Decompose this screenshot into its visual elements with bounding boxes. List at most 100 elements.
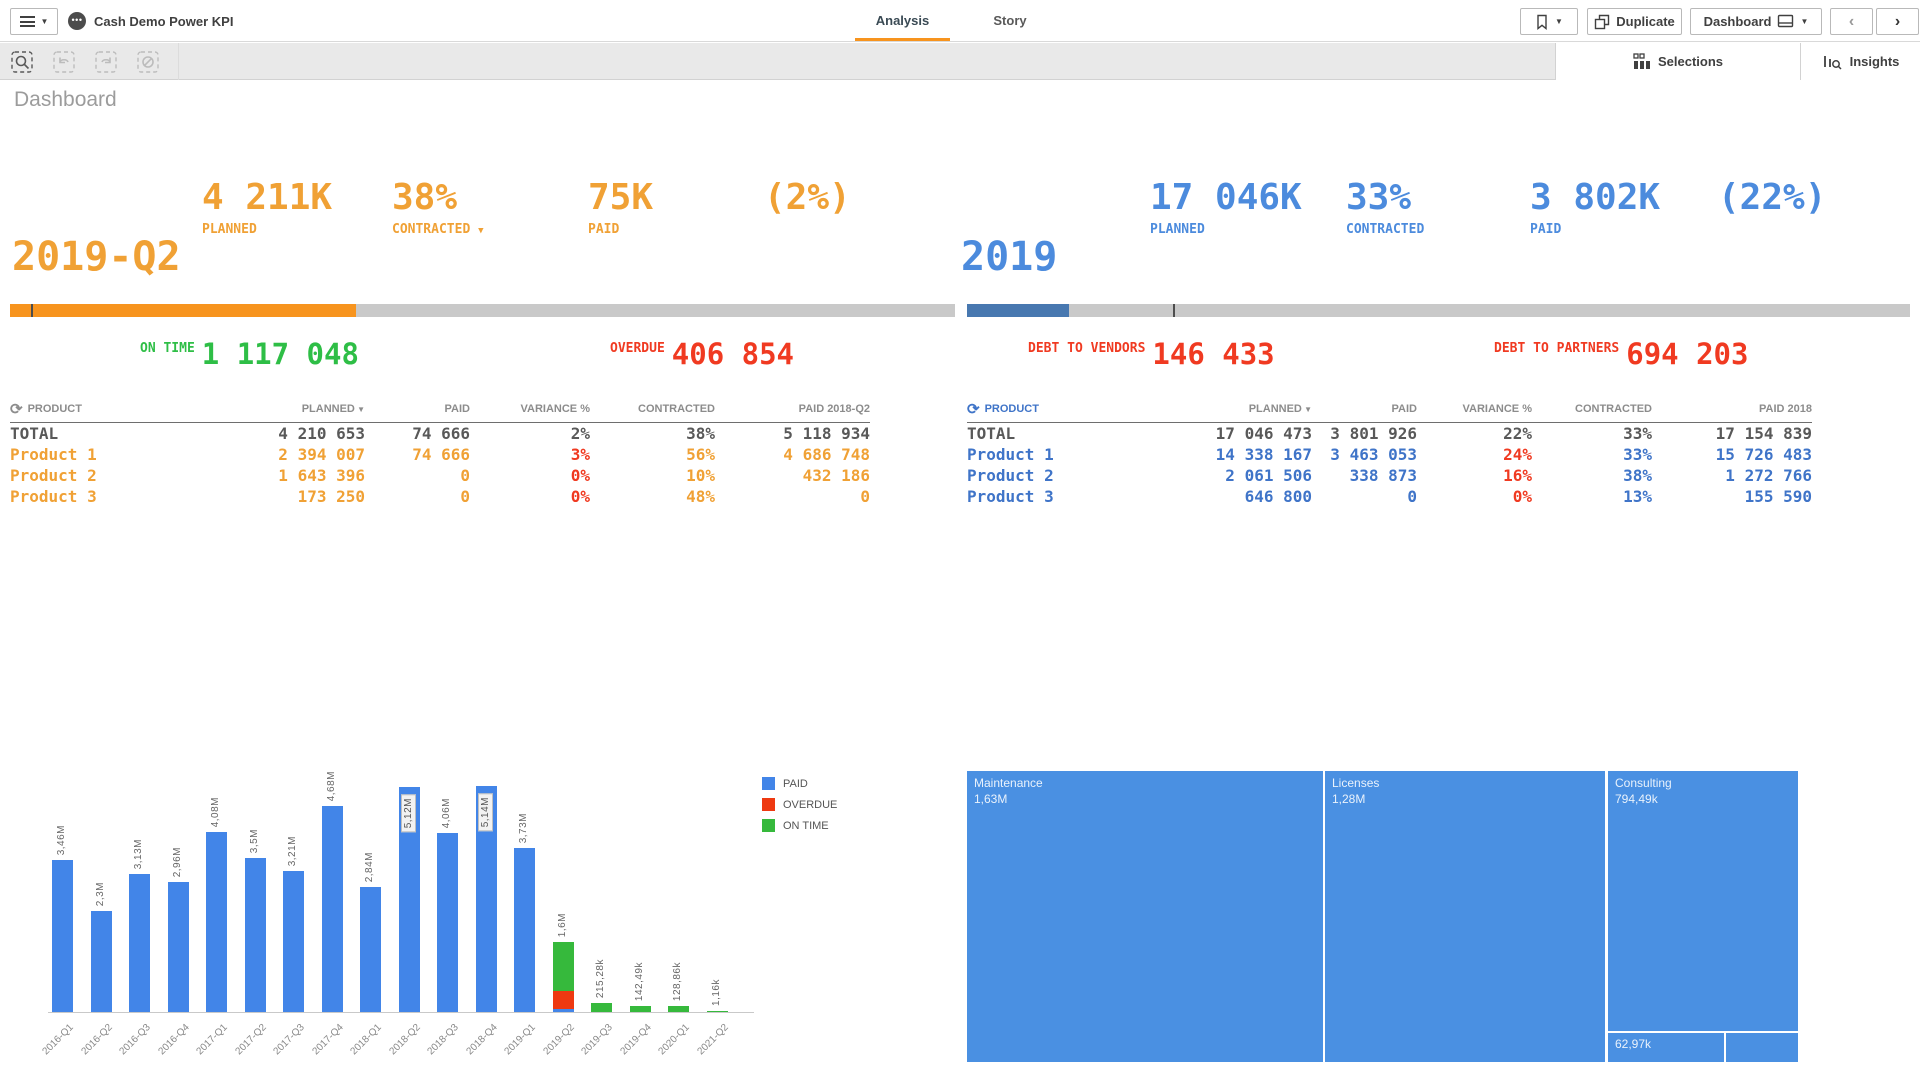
- column-header-variance-[interactable]: VARIANCE %: [470, 403, 590, 415]
- legend-item-on-time[interactable]: ON TIME: [762, 815, 837, 836]
- legend-swatch: [762, 777, 775, 790]
- tab-analysis[interactable]: Analysis: [855, 0, 950, 41]
- bar-segment-on-time[interactable]: [591, 1003, 612, 1012]
- treemap-cell[interactable]: [1726, 1033, 1798, 1062]
- table-row: Product 21 643 39600%10%432 186: [10, 465, 870, 486]
- legend-label: ON TIME: [783, 820, 829, 832]
- previous-sheet-button[interactable]: ‹: [1830, 8, 1873, 35]
- right-product-table: ⟳PRODUCTPLANNED ▼PAIDVARIANCE %CONTRACTE…: [967, 396, 1812, 507]
- on-time-label: ON TIME: [140, 341, 195, 356]
- treemap-cell-consulting[interactable]: Consulting794,49k: [1608, 771, 1798, 1031]
- column-header-paid-2018[interactable]: PAID 2018: [1652, 403, 1812, 415]
- product-cell[interactable]: Product 3: [967, 487, 1187, 506]
- app-menu-button[interactable]: ▼: [10, 8, 58, 35]
- bar-segment-on-time[interactable]: [707, 1011, 728, 1012]
- bar-segment-paid[interactable]: [245, 858, 266, 1012]
- debt-to-vendors-badge: DEBT TO VENDORS 146 433: [1028, 338, 1275, 370]
- bar-value-label: 4,08M: [210, 797, 221, 827]
- legend-swatch: [762, 819, 775, 832]
- treemap-cell-value: 794,49k: [1608, 791, 1798, 807]
- column-header-contracted[interactable]: CONTRACTED: [590, 403, 715, 415]
- value-cell: 74 666: [365, 424, 470, 443]
- overdue-badge: OVERDUE 406 854: [610, 338, 794, 370]
- tab-story[interactable]: Story: [970, 0, 1050, 41]
- bar-value-label: 4,06M: [441, 798, 452, 828]
- selections-button[interactable]: Selections: [1555, 43, 1800, 80]
- column-header-paid[interactable]: PAID: [365, 403, 470, 415]
- bar-value-label: 4,68M: [326, 771, 337, 801]
- debt-to-partners-badge: DEBT TO PARTNERS 694 203: [1494, 338, 1748, 370]
- bar-segment-on-time[interactable]: [630, 1006, 651, 1012]
- cost-treemap: Maintenance1,63MLicenses1,28MConsulting7…: [967, 771, 1800, 1064]
- bar-value-label: 1,6M: [557, 913, 568, 937]
- sheet-selector-button[interactable]: Dashboard ▼: [1690, 8, 1822, 35]
- column-header-variance-[interactable]: VARIANCE %: [1417, 403, 1532, 415]
- bar-segment-paid[interactable]: [168, 882, 189, 1012]
- legend-item-paid[interactable]: PAID: [762, 773, 837, 794]
- bar-segment-paid[interactable]: [52, 860, 73, 1012]
- product-cell[interactable]: Product 1: [967, 445, 1187, 464]
- column-header-planned[interactable]: PLANNED ▼: [235, 403, 365, 415]
- column-header-planned[interactable]: PLANNED ▼: [1187, 403, 1312, 415]
- treemap-cell-maintenance[interactable]: Maintenance1,63M: [967, 771, 1323, 1062]
- left-kpi-contracted-label[interactable]: CONTRACTED ▼: [392, 222, 484, 237]
- value-cell: 432 186: [715, 466, 870, 485]
- value-cell: 2 061 506: [1187, 466, 1312, 485]
- column-header-paid-2018-q2[interactable]: PAID 2018-Q2: [715, 403, 870, 415]
- bar-segment-overdue[interactable]: [553, 991, 574, 1009]
- bookmark-button[interactable]: ▼: [1520, 8, 1578, 35]
- column-header-paid[interactable]: PAID: [1312, 403, 1417, 415]
- step-forward-icon[interactable]: [94, 50, 118, 74]
- treemap-cell[interactable]: 62,97k: [1608, 1033, 1724, 1062]
- table-row: Product 22 061 506338 87316%38%1 272 766: [967, 465, 1812, 486]
- bar-value-label: 142,49k: [634, 962, 645, 1001]
- value-cell: 74 666: [365, 445, 470, 464]
- product-cell[interactable]: Product 1: [10, 445, 235, 464]
- overdue-value: 406 854: [672, 338, 794, 370]
- bar-segment-paid[interactable]: [91, 911, 112, 1012]
- app-logo-icon: •••: [68, 12, 86, 30]
- table-row: Product 114 338 1673 463 05324%33%15 726…: [967, 444, 1812, 465]
- bar-segment-on-time[interactable]: [553, 942, 574, 991]
- product-cell[interactable]: Product 2: [967, 466, 1187, 485]
- product-cell[interactable]: Product 2: [10, 466, 235, 485]
- bar-segment-paid[interactable]: [129, 874, 150, 1012]
- refresh-icon[interactable]: ⟳: [10, 402, 23, 417]
- bar-segment-paid[interactable]: [360, 887, 381, 1012]
- next-sheet-button[interactable]: ›: [1876, 8, 1919, 35]
- bar-segment-paid[interactable]: [283, 871, 304, 1012]
- right-progress-marker: [1173, 304, 1175, 317]
- value-cell: 646 800: [1187, 487, 1312, 506]
- bar-segment-on-time[interactable]: [668, 1006, 689, 1012]
- bar-segment-paid[interactable]: [514, 848, 535, 1012]
- clear-selections-icon[interactable]: [136, 50, 160, 74]
- duplicate-button[interactable]: Duplicate: [1587, 8, 1682, 35]
- chevron-down-icon: ▼: [41, 17, 49, 26]
- table-row: Product 3646 80000%13%155 590: [967, 486, 1812, 507]
- column-header-contracted[interactable]: CONTRACTED: [1532, 403, 1652, 415]
- quarterly-bar-chart: 3,46M2016-Q12,3M2016-Q23,13M2016-Q32,96M…: [48, 770, 768, 1075]
- table-header-row: ⟳PRODUCTPLANNED ▼PAIDVARIANCE %CONTRACTE…: [10, 396, 870, 423]
- smart-search-icon[interactable]: [10, 50, 34, 74]
- right-kpi-planned-label: PLANNED: [1150, 222, 1302, 237]
- product-cell[interactable]: Product 3: [10, 487, 235, 506]
- column-header-product[interactable]: ⟳PRODUCT: [967, 402, 1187, 417]
- bar-segment-paid[interactable]: [206, 832, 227, 1012]
- step-back-icon[interactable]: [52, 50, 76, 74]
- left-progress-marker: [31, 304, 33, 317]
- sheet-icon: [1777, 14, 1794, 29]
- value-cell: 3 801 926: [1312, 424, 1417, 443]
- refresh-icon[interactable]: ⟳: [967, 402, 980, 417]
- bar-segment-paid[interactable]: [553, 1009, 574, 1012]
- treemap-cell-licenses[interactable]: Licenses1,28M: [1325, 771, 1605, 1062]
- bar-segment-paid[interactable]: [322, 806, 343, 1012]
- legend-item-overdue[interactable]: OVERDUE: [762, 794, 837, 815]
- column-header-product[interactable]: ⟳PRODUCT: [10, 402, 235, 417]
- value-cell: 10%: [590, 466, 715, 485]
- left-kpi-contracted-value: 38%: [392, 178, 484, 218]
- insights-button[interactable]: Insights: [1800, 43, 1920, 80]
- value-cell: 2%: [470, 424, 590, 443]
- bookmark-icon: [1535, 14, 1549, 30]
- bar-value-label: 1,16k: [711, 979, 722, 1006]
- bar-segment-paid[interactable]: [437, 833, 458, 1012]
